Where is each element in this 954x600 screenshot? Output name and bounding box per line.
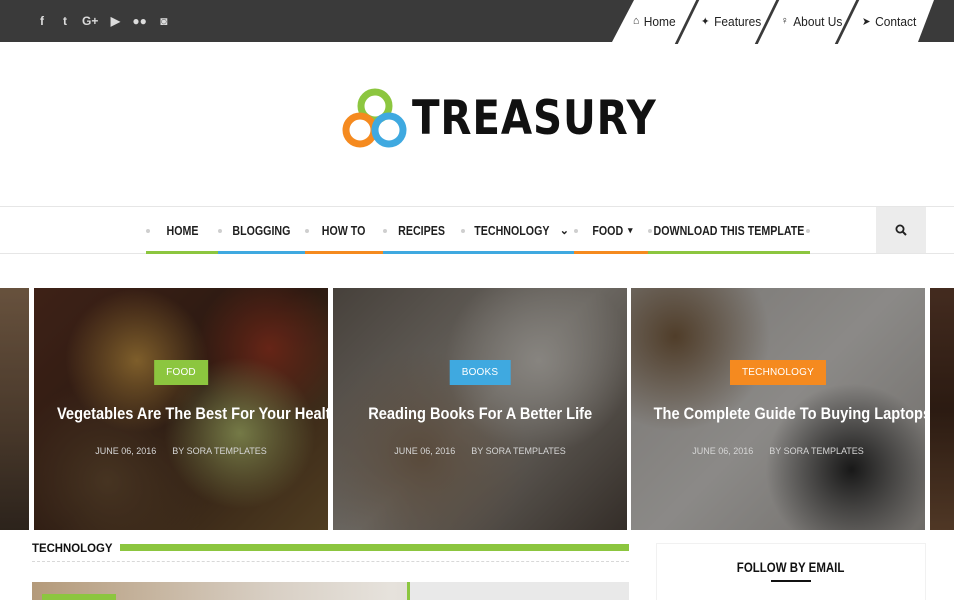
topnav-features[interactable]: ✦ Features bbox=[701, 0, 761, 42]
post-date: JUNE 06, 2016 bbox=[692, 446, 754, 456]
nav-item-label: BLOGGING bbox=[232, 222, 291, 238]
section-title-text: TECHNOLOGY bbox=[32, 541, 113, 555]
category-tag[interactable]: TECHNOLOGY bbox=[729, 360, 827, 385]
post-author: BY SORA TEMPLATES bbox=[471, 446, 566, 456]
main-nav: HOME BLOGGING HOW TO RECIPES TECHNOLOGY … bbox=[0, 206, 954, 254]
nav-accent-bar bbox=[146, 251, 218, 254]
nav-dot bbox=[806, 229, 810, 233]
slide-title-text: The Complete Guide To Buying Laptops bbox=[653, 404, 925, 423]
top-bar: f t G+ ▶ ●● ◙ ⌂ Home ✦ Features ♀ About … bbox=[0, 0, 954, 44]
topnav-features-label: Features bbox=[714, 13, 762, 29]
nav-item-label: HOW TO bbox=[322, 222, 366, 238]
home-icon: ⌂ bbox=[633, 15, 640, 27]
category-tag[interactable]: BOOKS bbox=[449, 360, 511, 385]
widget-title-underline bbox=[771, 580, 811, 582]
slide-title[interactable]: The Complete Guide To Buying Laptops bbox=[631, 404, 925, 424]
slide-food[interactable]: FOOD Vegetables Are The Best For Your He… bbox=[34, 288, 328, 530]
nav-accent-bar bbox=[218, 251, 305, 254]
nav-accent-bar bbox=[648, 251, 810, 254]
nav-item-home[interactable]: HOME bbox=[146, 207, 218, 254]
topnav-home-label: Home bbox=[643, 13, 676, 29]
nav-item-label: TECHNOLOGY bbox=[474, 222, 550, 238]
slide-meta: JUNE 06, 2016 BY SORA TEMPLATES bbox=[34, 446, 328, 456]
nav-item-label: FOOD bbox=[592, 222, 624, 238]
nav-item-label: RECIPES bbox=[398, 222, 446, 238]
slide-partial-left[interactable] bbox=[0, 288, 29, 530]
nav-item-label: HOME bbox=[166, 222, 198, 238]
follow-by-email-widget: FOLLOW BY EMAIL bbox=[657, 544, 925, 600]
logo-text: TREASURY bbox=[412, 91, 657, 146]
nav-item-technology[interactable]: TECHNOLOGY ⌄ bbox=[461, 207, 574, 254]
nav-accent-bar bbox=[461, 251, 574, 254]
nav-item-food[interactable]: FOOD ▾ bbox=[574, 207, 648, 254]
topnav-divider bbox=[674, 0, 701, 44]
send-icon: ➤ bbox=[862, 15, 871, 28]
nav-item-recipes[interactable]: RECIPES bbox=[383, 207, 461, 254]
slide-title[interactable]: Vegetables Are The Best For Your Health bbox=[34, 404, 328, 424]
post-author: BY SORA TEMPLATES bbox=[769, 446, 864, 456]
slide-partial-right[interactable] bbox=[930, 288, 954, 530]
google-plus-icon[interactable]: G+ bbox=[82, 15, 98, 27]
widget-title: FOLLOW BY EMAIL bbox=[657, 559, 925, 575]
nav-item-how-to[interactable]: HOW TO bbox=[305, 207, 383, 254]
slide-overlay bbox=[930, 288, 954, 530]
slide-meta: JUNE 06, 2016 BY SORA TEMPLATES bbox=[333, 446, 627, 456]
topnav-about-label: About Us bbox=[793, 13, 843, 29]
section-divider bbox=[32, 561, 629, 562]
nav-accent-bar bbox=[305, 251, 383, 254]
nav-accent-bar bbox=[383, 251, 461, 254]
top-nav: ⌂ Home ✦ Features ♀ About Us ➤ Contact bbox=[620, 0, 920, 44]
chevron-down-icon: ⌄ bbox=[559, 224, 569, 237]
section-title-bar bbox=[120, 544, 629, 551]
nav-item-download-template[interactable]: DOWNLOAD THIS TEMPLATE bbox=[648, 207, 810, 254]
twitter-icon[interactable]: t bbox=[59, 15, 71, 27]
flickr-icon[interactable]: ●● bbox=[132, 15, 147, 27]
section-title: TECHNOLOGY bbox=[32, 541, 117, 555]
slide-title-text: Vegetables Are The Best For Your Health bbox=[56, 404, 328, 423]
nav-item-blogging[interactable]: BLOGGING bbox=[218, 207, 305, 254]
post-date: JUNE 06, 2016 bbox=[95, 446, 157, 456]
post-date: JUNE 06, 2016 bbox=[394, 446, 456, 456]
category-tag[interactable]: FOOD bbox=[154, 360, 208, 385]
post-thumbnail-secondary[interactable] bbox=[410, 582, 629, 600]
topnav-contact-label: Contact bbox=[875, 13, 917, 29]
nav-accent-bar bbox=[574, 251, 648, 254]
lightbulb-icon: ♀ bbox=[781, 15, 789, 27]
topnav-contact[interactable]: ➤ Contact bbox=[862, 0, 916, 42]
gamepad-icon: ✦ bbox=[701, 15, 710, 28]
slide-title[interactable]: Reading Books For A Better Life bbox=[333, 404, 627, 424]
youtube-icon[interactable]: ▶ bbox=[109, 15, 121, 27]
topnav-home[interactable]: ⌂ Home bbox=[633, 0, 676, 42]
nav-item-label: DOWNLOAD THIS TEMPLATE bbox=[653, 222, 805, 238]
facebook-icon[interactable]: f bbox=[36, 15, 48, 27]
slide-title-text: Reading Books For A Better Life bbox=[368, 404, 592, 423]
slide-meta: JUNE 06, 2016 BY SORA TEMPLATES bbox=[631, 446, 925, 456]
slide-books[interactable]: BOOKS Reading Books For A Better Life JU… bbox=[333, 288, 627, 530]
post-thumbnail[interactable] bbox=[32, 582, 629, 600]
slide-technology[interactable]: TECHNOLOGY The Complete Guide To Buying … bbox=[631, 288, 925, 530]
search-icon bbox=[895, 224, 907, 236]
slide-overlay bbox=[0, 288, 29, 530]
post-author: BY SORA TEMPLATES bbox=[172, 446, 267, 456]
search-button[interactable] bbox=[876, 207, 926, 253]
post-category-tag[interactable] bbox=[42, 594, 116, 600]
caret-down-icon: ▾ bbox=[628, 224, 633, 235]
logo-rings-icon bbox=[342, 88, 407, 148]
social-links: f t G+ ▶ ●● ◙ bbox=[36, 0, 170, 42]
widget-title-text: FOLLOW BY EMAIL bbox=[737, 559, 845, 575]
topnav-about[interactable]: ♀ About Us bbox=[781, 0, 842, 42]
instagram-icon[interactable]: ◙ bbox=[158, 15, 170, 27]
